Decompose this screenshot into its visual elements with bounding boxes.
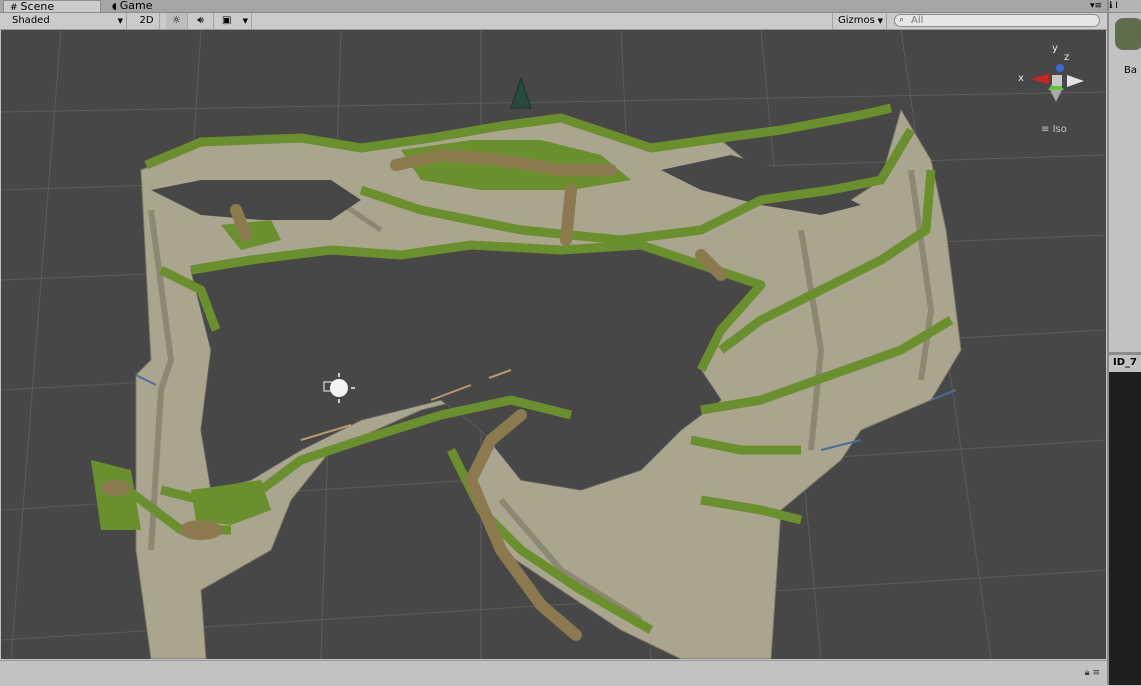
panel-menu-icon[interactable]: ▾≡ (1090, 0, 1102, 12)
audio-toggle-button[interactable]: 🔊︎ (188, 13, 214, 29)
panel-separator[interactable] (1109, 352, 1141, 355)
shading-mode-dropdown[interactable]: Shaded ▼ (0, 13, 127, 29)
scene-render: y z x (1, 30, 1106, 659)
projection-toggle[interactable]: ≡ Iso (1041, 124, 1067, 135)
menu-lines-icon: ≡ (1041, 124, 1050, 135)
image-icon: ▣ (222, 15, 232, 26)
inspector-object-label: Ba (1124, 65, 1137, 76)
effects-dropdown[interactable]: ▣ ▼ (218, 13, 252, 29)
toggle-2d-label: 2D (139, 15, 154, 26)
gizmo-x-label: x (1018, 73, 1024, 84)
scene-bottom-bar: 🔒︎ ≡ (0, 660, 1108, 686)
chevron-down-icon: ▼ (117, 17, 123, 25)
scene-tab-bar: # Scene ◖ Game ▾≡ (0, 0, 1108, 13)
gizmo-y-label: y (1052, 43, 1058, 54)
sun-icon: ☼ (172, 15, 181, 26)
inspector-tab-label: I (1115, 1, 1118, 11)
grid-icon: # (10, 3, 18, 13)
scene-viewport[interactable]: y z x ≡ Iso (1, 30, 1106, 659)
projection-label: Iso (1052, 124, 1067, 135)
scene-search-input[interactable]: ⌕ All (894, 14, 1100, 27)
lock-icon: 🔒︎ (1084, 668, 1090, 678)
lighting-toggle-button[interactable]: ☼ (166, 13, 188, 29)
tab-game-label: Game (119, 0, 153, 12)
search-placeholder: All (911, 15, 924, 26)
info-icon: ℹ (1109, 1, 1113, 11)
gizmo-z-label: z (1064, 52, 1069, 63)
chevron-down-icon: ▼ (242, 17, 248, 25)
island-terrain (91, 76, 962, 659)
tab-scene-label: Scene (20, 0, 55, 13)
search-icon: ⌕ (899, 15, 905, 25)
inspector-panel: ℹ I Ba ID_7 (1109, 0, 1141, 685)
tab-scene[interactable]: # Scene (3, 0, 101, 13)
tab-game[interactable]: ◖ Game (106, 0, 176, 12)
asset-thumbnail[interactable] (1115, 18, 1141, 50)
scene-toolbar: Shaded ▼ 2D ☼ 🔊︎ ▣ ▼ Gizmos ▼ ⌕ All (0, 13, 1108, 30)
preview-area (1109, 372, 1141, 685)
gizmos-dropdown[interactable]: Gizmos ▼ (832, 13, 887, 29)
pacman-icon: ◖ (112, 2, 117, 12)
toggle-2d-button[interactable]: 2D (134, 13, 160, 29)
second-panel-label: ID_7 (1113, 357, 1137, 368)
inspector-tab[interactable]: ℹ I (1109, 0, 1141, 13)
shading-mode-label: Shaded (12, 15, 50, 26)
chevron-down-icon: ▼ (877, 17, 883, 25)
speaker-icon: 🔊︎ (197, 15, 204, 26)
lock-menu-icons[interactable]: 🔒︎ ≡ (1085, 668, 1100, 678)
menu-icon: ≡ (1092, 668, 1100, 678)
gizmos-label: Gizmos (838, 15, 875, 26)
